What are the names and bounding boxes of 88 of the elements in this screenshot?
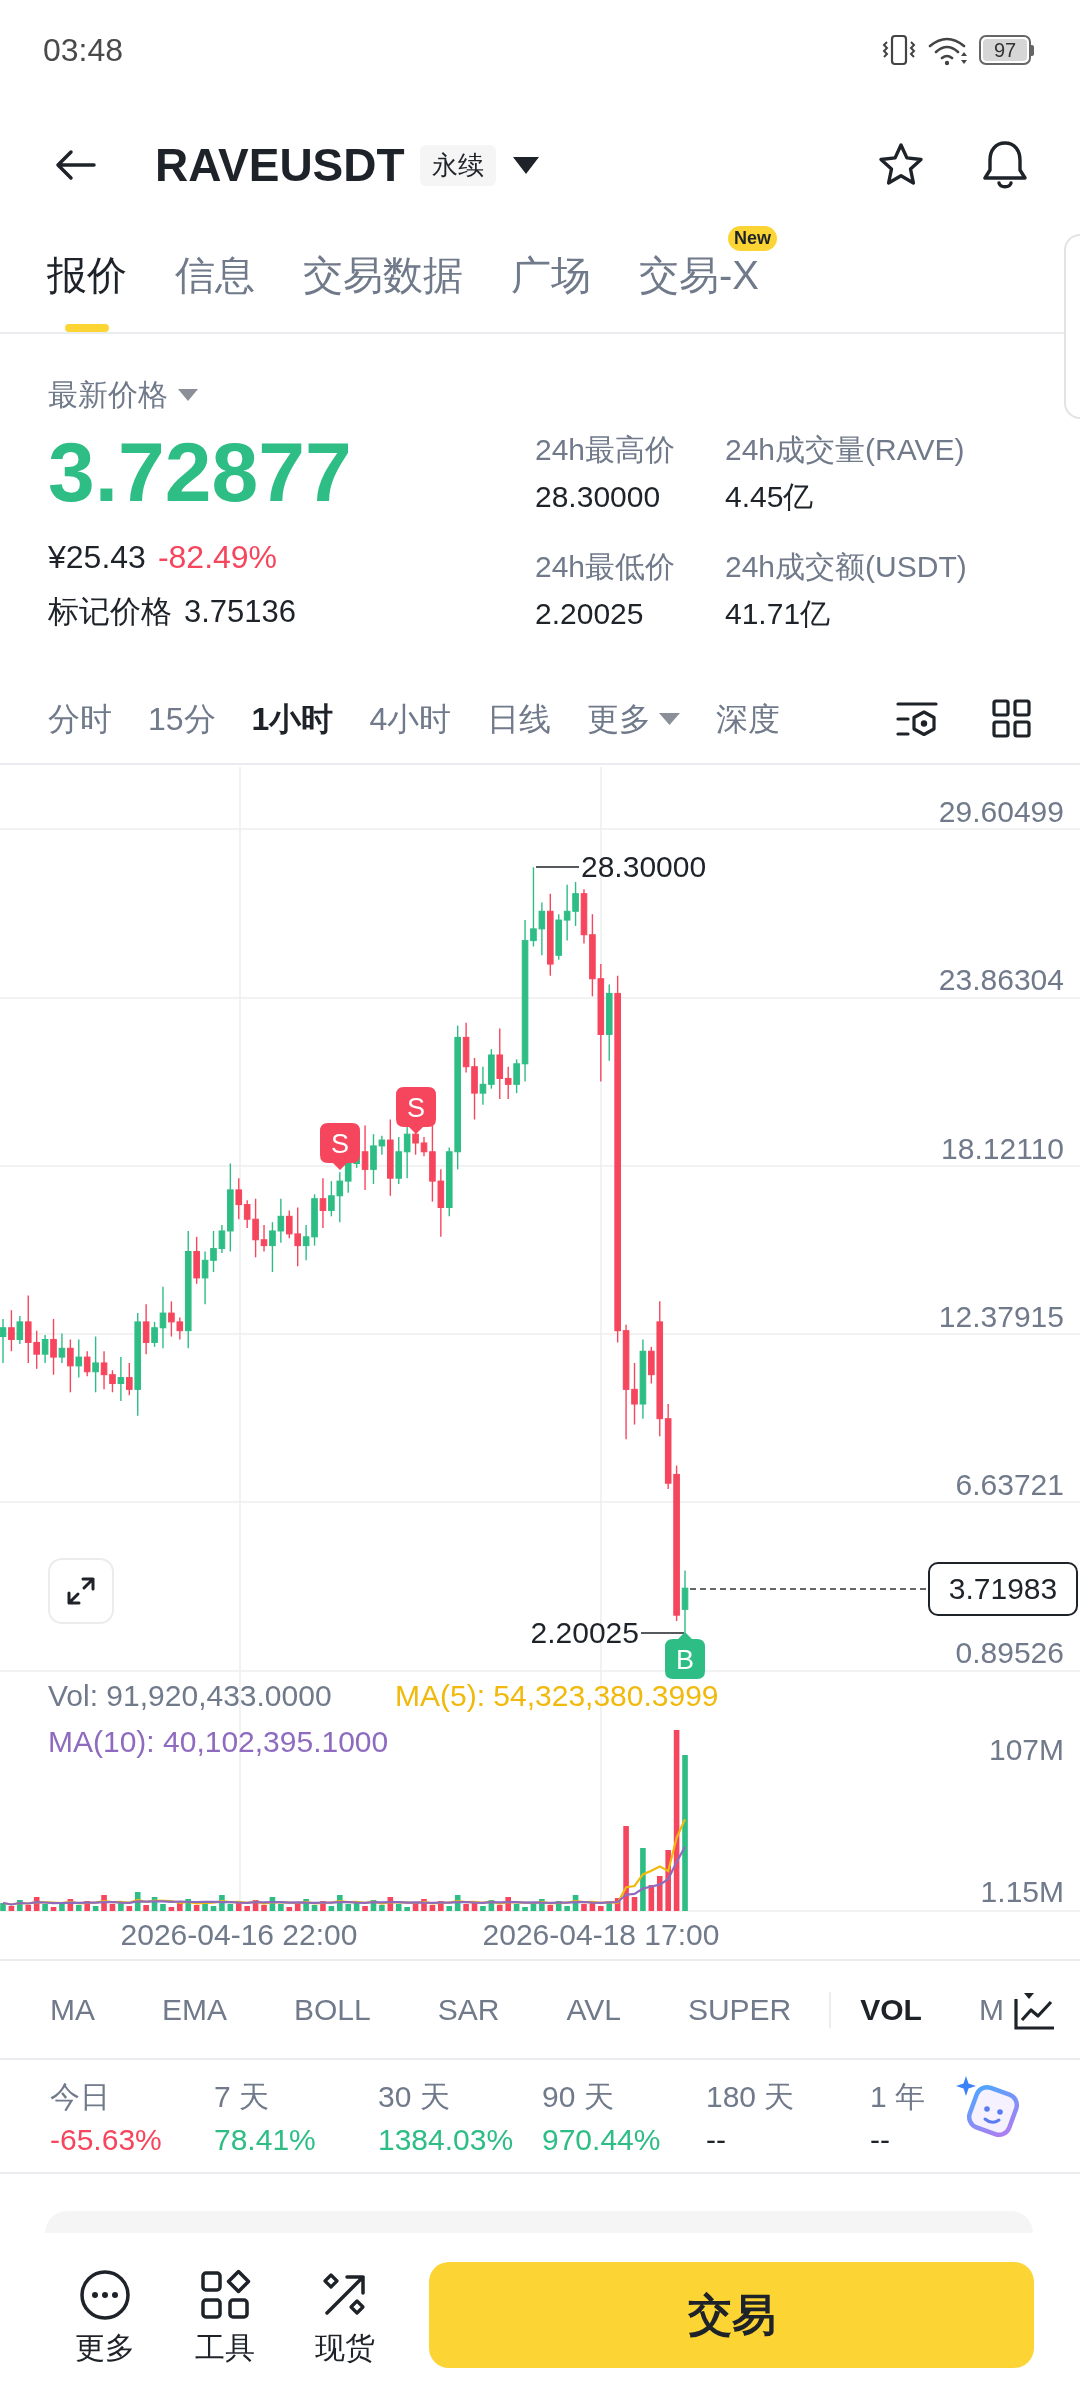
price-axis-label: 12.37915 bbox=[938, 1302, 1064, 1332]
vibrate-icon bbox=[881, 34, 917, 66]
indicator-tab[interactable]: SAR bbox=[437, 1994, 500, 2025]
caret-down-icon bbox=[659, 712, 681, 725]
last-price: 3.72877 bbox=[48, 430, 352, 514]
indicator-tab[interactable]: EMA bbox=[162, 1994, 227, 2025]
status-time: 03:48 bbox=[43, 34, 124, 66]
time-axis-label: 2026-04-18 17:00 bbox=[482, 1920, 720, 1950]
low-price-label: 2.20025 bbox=[530, 1618, 639, 1648]
interval-tab[interactable]: 深度 bbox=[716, 702, 781, 735]
period-change: -65.63% bbox=[50, 2125, 162, 2155]
stat-label: 24h成交量(RAVE) bbox=[725, 435, 965, 465]
period-label: 90 天 bbox=[542, 2082, 614, 2112]
expand-icon bbox=[66, 1576, 96, 1606]
period-change: 78.41% bbox=[214, 2125, 316, 2155]
indicator-tab[interactable]: BOLL bbox=[294, 1994, 371, 2025]
price-change: -82.49% bbox=[157, 541, 278, 573]
period-change: 1384.03% bbox=[378, 2125, 514, 2155]
volume-axis-label: 107M bbox=[988, 1735, 1064, 1765]
current-price-label: 3.71983 bbox=[928, 1562, 1078, 1616]
mark-price-label: 标记价格 bbox=[48, 596, 172, 627]
tab[interactable]: 交易数据 bbox=[303, 255, 463, 295]
price-axis-label: 29.60499 bbox=[938, 797, 1064, 827]
indicator-tab[interactable]: AVL bbox=[566, 1994, 621, 2025]
pair-symbol: RAVEUSDT bbox=[155, 142, 405, 188]
leader-line bbox=[535, 866, 580, 868]
interval-tab[interactable]: 分时 bbox=[48, 702, 112, 735]
indicator-tab[interactable]: MA bbox=[50, 1994, 95, 2025]
period-label: 180 天 bbox=[706, 2082, 795, 2112]
chart-settings-icon[interactable] bbox=[896, 700, 938, 737]
caret-down-icon[interactable] bbox=[512, 156, 539, 174]
indicator-tab[interactable]: M bbox=[978, 1994, 1004, 2025]
price-axis-label: 0.89526 bbox=[955, 1638, 1064, 1668]
contract-tag: 永续 bbox=[419, 144, 496, 186]
stat-label: 24h最高价 bbox=[535, 435, 676, 465]
volume-legend-text: MA(10): 40,102,395.1000 bbox=[48, 1727, 389, 1757]
star-icon[interactable] bbox=[877, 142, 925, 188]
interval-tab[interactable]: 更多 bbox=[587, 702, 681, 735]
stat-label: 24h成交额(USDT) bbox=[725, 552, 967, 582]
buy-marker: B bbox=[665, 1632, 705, 1679]
time-axis-label: 2026-04-16 22:00 bbox=[120, 1920, 358, 1950]
price-label: 最新价格 bbox=[48, 380, 168, 410]
period-label: 1 年 bbox=[870, 2082, 926, 2112]
sell-marker: S bbox=[320, 1123, 360, 1170]
more-button[interactable]: 更多 bbox=[65, 2262, 145, 2363]
period-label: 30 天 bbox=[378, 2082, 450, 2112]
period-label: 7 天 bbox=[214, 2082, 270, 2112]
interval-tab[interactable]: 日线 bbox=[487, 702, 552, 735]
more-icon bbox=[79, 2269, 131, 2321]
fiat-price: ¥25.43 bbox=[48, 541, 146, 573]
expand-button[interactable] bbox=[48, 1558, 114, 1624]
price-axis-label: 18.12110 bbox=[941, 1134, 1064, 1164]
interval-tab[interactable]: 4小时 bbox=[369, 702, 452, 735]
stat-label: 24h最低价 bbox=[535, 552, 676, 582]
tools-button[interactable]: 工具 bbox=[185, 2262, 265, 2363]
tab[interactable]: 广场 bbox=[511, 255, 591, 295]
spot-button[interactable]: 现货 bbox=[305, 2262, 385, 2363]
volume-legend-text: Vol: 91,920,433.0000 bbox=[48, 1681, 332, 1711]
leader-line bbox=[640, 1632, 685, 1634]
battery-indicator: 97 bbox=[979, 35, 1034, 65]
tab[interactable]: 交易-X bbox=[639, 255, 759, 295]
indicator-tab[interactable]: VOL bbox=[860, 1994, 922, 2025]
period-label: 今日 bbox=[50, 2082, 110, 2112]
sell-marker: S bbox=[396, 1087, 436, 1134]
squares-diamond-icon bbox=[199, 2269, 251, 2321]
interval-tab[interactable]: 1小时 bbox=[251, 702, 334, 735]
period-change: 970.44% bbox=[542, 2125, 661, 2155]
stat-value: 2.20025 bbox=[535, 599, 644, 629]
stat-value: 4.45亿 bbox=[725, 482, 814, 512]
tab[interactable]: 报价 bbox=[47, 255, 127, 332]
high-price-label: 28.30000 bbox=[581, 852, 707, 882]
price-axis-label: 23.86304 bbox=[938, 965, 1064, 995]
stat-value: 28.30000 bbox=[535, 482, 661, 512]
interval-tab[interactable]: 15分 bbox=[148, 702, 216, 735]
mark-price: 3.75136 bbox=[184, 596, 297, 627]
stat-value: 41.71亿 bbox=[725, 599, 831, 629]
tab[interactable]: 信息 bbox=[175, 255, 255, 295]
back-arrow-icon[interactable] bbox=[54, 149, 96, 181]
bell-icon[interactable] bbox=[980, 139, 1030, 191]
volume-axis-label: 1.15M bbox=[980, 1877, 1064, 1907]
grid-icon[interactable] bbox=[992, 699, 1031, 738]
indicator-tab[interactable]: SUPER bbox=[687, 1994, 792, 2025]
trade-button[interactable]: 交易 bbox=[429, 2262, 1034, 2368]
volume-legend-text: MA(5): 54,323,380.3999 bbox=[395, 1681, 719, 1711]
period-change: -- bbox=[706, 2125, 726, 2155]
period-change: -- bbox=[870, 2125, 890, 2155]
price-axis-label: 6.63721 bbox=[955, 1470, 1064, 1500]
new-badge: New bbox=[728, 226, 777, 251]
